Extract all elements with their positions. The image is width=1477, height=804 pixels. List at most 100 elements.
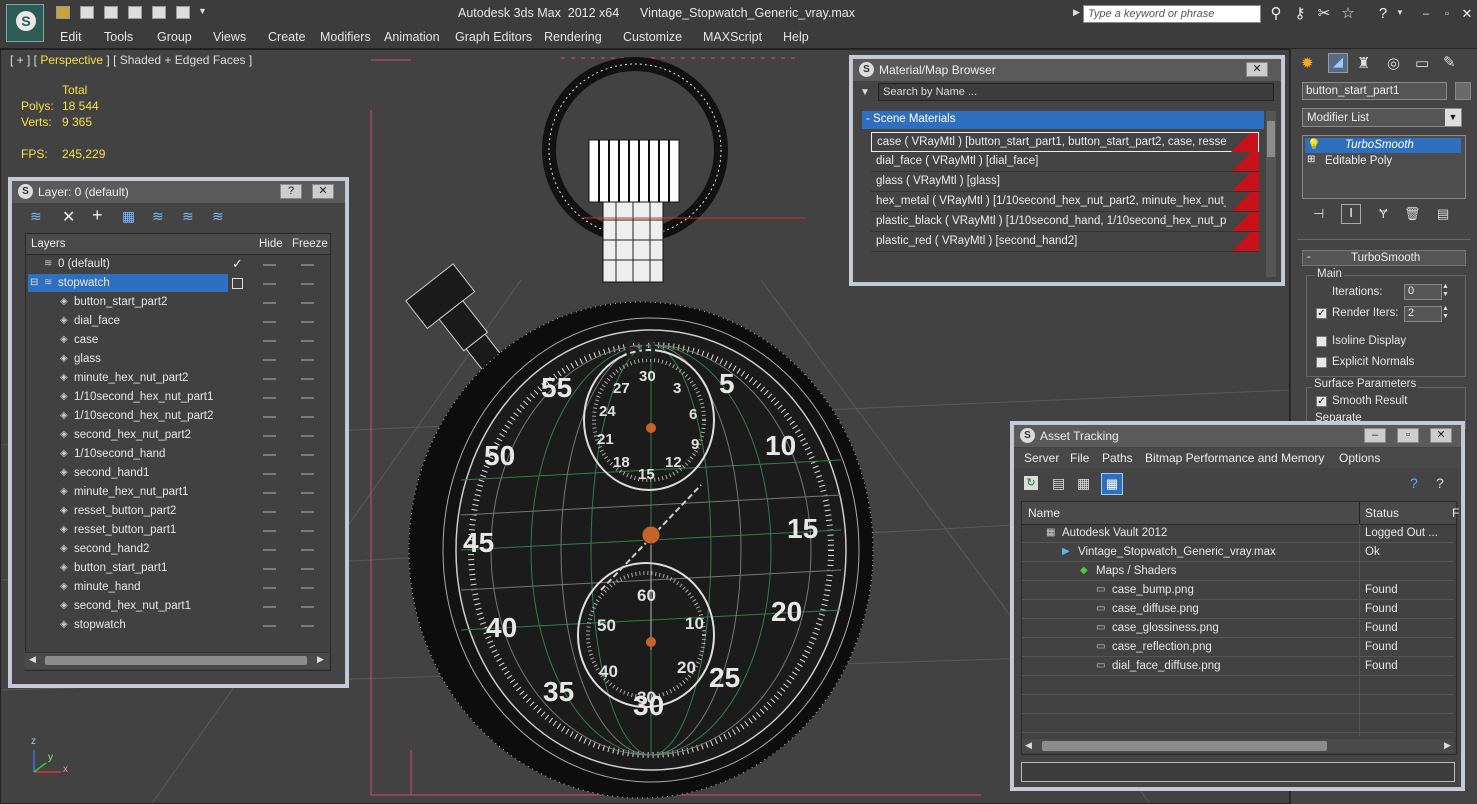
freeze-toggle[interactable] <box>301 435 314 437</box>
menu-graph-editors[interactable]: Graph Editors <box>455 30 532 44</box>
table-view-icon[interactable]: ▦ <box>1101 473 1123 495</box>
layer-row-stopwatch[interactable]: ⊟ ≋ stopwatch <box>26 274 330 293</box>
layer-object-row[interactable]: ◈ second_hand2 <box>26 540 330 559</box>
hide-toggle[interactable] <box>263 378 276 380</box>
col-freeze-header[interactable]: Freeze <box>292 238 328 250</box>
object-color-swatch[interactable] <box>1455 82 1471 100</box>
material-row-plastic-black[interactable]: plastic_black ( VRayMtl ) [1/10second_ha… <box>871 212 1259 232</box>
col-layers-header[interactable]: Layers <box>31 238 66 250</box>
layer-object-row[interactable]: ◈ 1/10second_hand <box>26 445 330 464</box>
add-to-layer-icon[interactable]: + <box>92 205 103 226</box>
menu-modifiers[interactable]: Modifiers <box>320 30 371 44</box>
layer-object-row[interactable]: ◈ 1/10second_hex_nut_part2 <box>26 407 330 426</box>
freeze-toggle[interactable] <box>301 264 314 266</box>
star-icon[interactable]: ☆ <box>1339 5 1357 23</box>
asset-scrollbar-track[interactable]: ◀ ▶ <box>1022 739 1454 753</box>
hide-toggle[interactable] <box>263 511 276 513</box>
scroll-right-icon[interactable]: ▶ <box>1444 740 1451 751</box>
asset-menu-server[interactable]: Server <box>1024 451 1059 465</box>
freeze-toggle[interactable] <box>301 397 314 399</box>
hide-toggle[interactable] <box>263 549 276 551</box>
layer-object-row[interactable]: ◈ second_hex_nut_part1 <box>26 597 330 616</box>
menu-group[interactable]: Group <box>157 30 192 44</box>
scroll-left-icon[interactable]: ◀ <box>29 654 36 665</box>
hide-toggle[interactable] <box>263 359 276 361</box>
chevron-down-icon[interactable]: ▼ <box>1445 109 1461 126</box>
hide-toggle[interactable] <box>263 625 276 627</box>
display-tab-icon[interactable]: ▭ <box>1415 54 1429 72</box>
new-file-icon[interactable] <box>104 6 118 19</box>
asset-menu-paths[interactable]: Paths <box>1102 451 1133 465</box>
layer-object-row[interactable]: ◈ minute_hex_nut_part1 <box>26 483 330 502</box>
col-extra-header[interactable]: F <box>1452 506 1459 520</box>
freeze-toggle[interactable] <box>301 587 314 589</box>
modifier-list-dropdown[interactable]: Modifier List ▼ <box>1302 108 1462 127</box>
hide-toggle[interactable] <box>263 340 276 342</box>
close-icon[interactable]: ✕ <box>1458 5 1476 23</box>
utilities-tab-icon[interactable]: ✎ <box>1443 53 1456 71</box>
make-unique-icon[interactable]: Ɏ <box>1379 206 1388 221</box>
freeze-all-layers-icon[interactable]: ≋ <box>212 208 224 225</box>
undo-icon[interactable] <box>128 6 142 19</box>
help-icon[interactable]: ? <box>1374 5 1392 23</box>
layer-close-button[interactable]: ✕ <box>312 184 334 199</box>
asset-path-field[interactable] <box>1021 762 1455 782</box>
binoculars-icon[interactable]: ⚲ <box>1267 5 1285 23</box>
menu-tools[interactable]: Tools <box>104 30 133 44</box>
asset-row-case-reflection[interactable]: ▭ case_reflection.png Found <box>1022 638 1454 657</box>
object-name-field[interactable]: button_start_part1 <box>1302 82 1447 100</box>
asset-menu-file[interactable]: File <box>1070 451 1089 465</box>
freeze-toggle[interactable] <box>301 606 314 608</box>
layer-row-default[interactable]: ≋ 0 (default) ✓ <box>26 255 330 274</box>
save-file-icon[interactable] <box>80 6 94 19</box>
asset-row-dial-face-diffuse[interactable]: ▭ dial_face_diffuse.png Found <box>1022 657 1454 676</box>
create-tab-icon[interactable]: ✹ <box>1301 54 1314 72</box>
layer-object-row[interactable]: ◈ 1/10second_hex_nut_part1 <box>26 388 330 407</box>
asset-row-vault[interactable]: ▦ Autodesk Vault 2012 Logged Out ... <box>1022 524 1454 543</box>
scroll-left-icon[interactable]: ◀ <box>1025 740 1032 751</box>
menu-maxscript[interactable]: MAXScript <box>703 30 762 44</box>
freeze-toggle[interactable] <box>301 549 314 551</box>
freeze-toggle[interactable] <box>301 530 314 532</box>
checkmark-icon[interactable]: ✓ <box>232 256 243 272</box>
freeze-toggle[interactable] <box>301 378 314 380</box>
scene-materials-group-header[interactable]: - Scene Materials <box>862 111 1264 129</box>
material-browser-title-bar[interactable]: S Material/Map Browser ✕ <box>853 59 1281 81</box>
layer-scroll-thumb[interactable] <box>45 656 307 665</box>
menu-views[interactable]: Views <box>213 30 246 44</box>
render-iters-spinner-arrows-icon[interactable]: ▲ ▼ <box>1442 305 1449 321</box>
viewport-label[interactable]: [ + ] [ Perspective ] [ Shaded + Edged F… <box>10 53 252 67</box>
menu-rendering[interactable]: Rendering <box>544 30 602 44</box>
motion-tab-icon[interactable]: ◎ <box>1387 54 1400 72</box>
help-chevron-icon[interactable]: ▼ <box>1396 8 1404 17</box>
open-file-icon[interactable] <box>56 6 70 19</box>
maximize-icon[interactable]: ▫ <box>1438 5 1456 23</box>
menu-help[interactable]: Help <box>783 30 809 44</box>
asset-help-2-icon[interactable]: ? <box>1436 475 1444 491</box>
isoline-display-checkbox[interactable] <box>1316 336 1327 347</box>
layer-object-row[interactable]: ◈ dial_face <box>26 312 330 331</box>
layer-object-row[interactable]: ◈ button_start_part2 <box>26 293 330 312</box>
delete-layer-icon[interactable]: ✕ <box>62 207 75 227</box>
menu-animation[interactable]: Animation <box>384 30 440 44</box>
refresh-icon[interactable]: ↻ <box>1024 476 1038 490</box>
asset-row-case-bump[interactable]: ▭ case_bump.png Found <box>1022 581 1454 600</box>
asset-row-case-diffuse[interactable]: ▭ case_diffuse.png Found <box>1022 600 1454 619</box>
freeze-toggle[interactable] <box>301 473 314 475</box>
stack-item-turbosmooth[interactable]: 💡 TurboSmooth <box>1305 138 1461 153</box>
keyword-search-input[interactable]: Type a keyword or phrase <box>1083 5 1261 23</box>
layer-object-row[interactable]: ◈ minute_hex_nut_part2 <box>26 369 330 388</box>
layer-help-button[interactable]: ? <box>280 184 302 199</box>
hide-toggle[interactable] <box>263 416 276 418</box>
hide-toggle[interactable] <box>263 530 276 532</box>
hide-toggle[interactable] <box>263 321 276 323</box>
hide-toggle[interactable] <box>263 587 276 589</box>
layer-object-row[interactable]: ◈ button_start_part1 <box>26 559 330 578</box>
layer-object-row[interactable]: ◈ second_hand1 <box>26 464 330 483</box>
lightbulb-icon[interactable]: 💡 <box>1307 138 1321 151</box>
tools-icon[interactable]: ✂ <box>1315 5 1333 23</box>
viewport-label-view[interactable]: Perspective <box>40 53 103 67</box>
scroll-right-icon[interactable]: ▶ <box>317 654 324 665</box>
pin-stack-icon[interactable]: ⊣ <box>1313 206 1324 222</box>
freeze-toggle[interactable] <box>301 492 314 494</box>
